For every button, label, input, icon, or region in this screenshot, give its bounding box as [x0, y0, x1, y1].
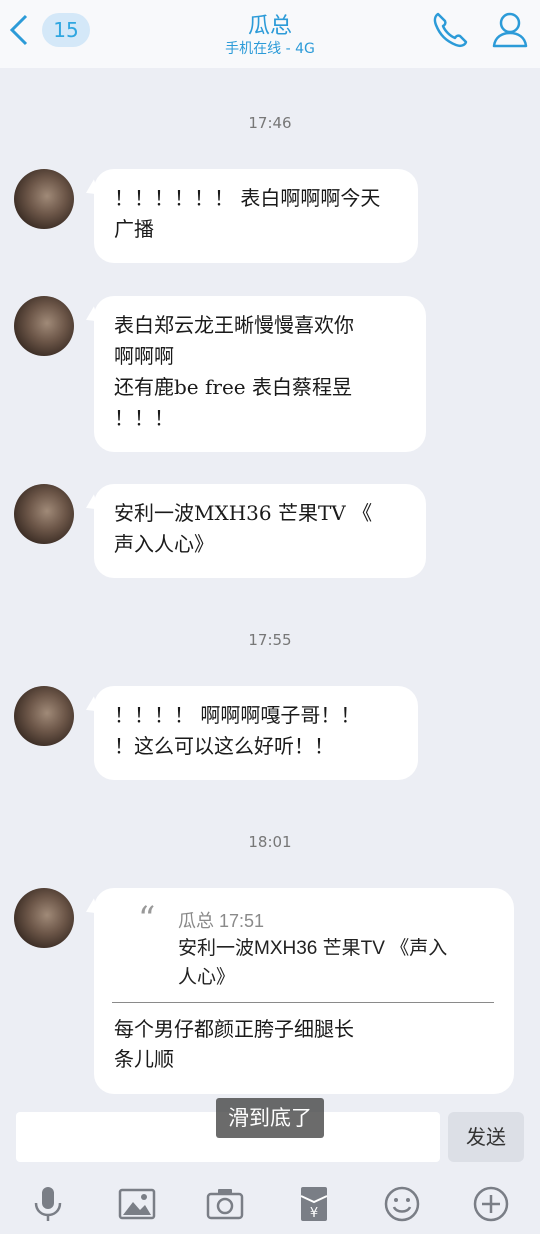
avatar[interactable]	[14, 484, 74, 544]
quoted-message-meta: 瓜总 17:51	[178, 911, 265, 931]
plus-icon[interactable]	[471, 1184, 511, 1224]
message-line: ！！！！ 啊啊啊嘎子哥！！	[114, 703, 361, 727]
message-line: ！！！	[114, 406, 174, 430]
quoted-message-text[interactable]: 安利一波MXH36 芒果TV 《声入 人心》	[178, 934, 447, 992]
timestamp: 18:01	[248, 833, 292, 851]
timestamp: 17:55	[248, 631, 292, 649]
message-line: 广播	[114, 217, 154, 241]
quoted-line: 人心》	[178, 967, 236, 988]
quote-mark-icon: “	[138, 899, 156, 939]
message-line: 声入人心》	[114, 532, 214, 556]
quote-divider	[112, 1002, 494, 1003]
message-line: ！！！！！！ 表白啊啊啊今天	[114, 186, 381, 210]
avatar[interactable]	[14, 169, 74, 229]
message-bubble[interactable]: 安利一波MXH36 芒果TV 《 声入人心》	[94, 484, 426, 578]
chat-header: 15 瓜总 手机在线 - 4G	[0, 0, 540, 68]
emoji-icon[interactable]	[382, 1184, 422, 1224]
message-bubble[interactable]: ！！！！！！ 表白啊啊啊今天 广播	[94, 169, 418, 263]
message-line: 条儿顺	[114, 1047, 174, 1071]
reply-text: 每个男仔都颜正胯子细腿长 条儿顺	[114, 1014, 354, 1074]
phone-icon[interactable]	[430, 10, 470, 50]
reply-message-bubble[interactable]: “ 瓜总 17:51 安利一波MXH36 芒果TV 《声入 人心》 每个男仔都颜…	[94, 888, 514, 1094]
red-packet-icon[interactable]: ¥	[294, 1184, 334, 1224]
person-icon[interactable]	[490, 10, 530, 50]
timestamp: 17:46	[248, 114, 292, 132]
camera-icon[interactable]	[205, 1184, 245, 1224]
message-bubble[interactable]: 表白郑云龙王晰慢慢喜欢你 啊啊啊 还有鹿be free 表白蔡程昱 ！！！	[94, 296, 426, 452]
quoted-line: 安利一波MXH36 芒果TV 《声入	[178, 938, 448, 959]
message-line: 啊啊啊	[114, 344, 174, 368]
avatar[interactable]	[14, 296, 74, 356]
avatar[interactable]	[14, 888, 74, 948]
message-line: 还有鹿be free 表白蔡程昱	[114, 375, 352, 399]
message-bubble[interactable]: ！！！！ 啊啊啊嘎子哥！！ ！这么可以这么好听！！	[94, 686, 418, 780]
svg-text:¥: ¥	[310, 1206, 318, 1221]
message-line: ！这么可以这么好听！！	[114, 734, 334, 758]
message-line: 每个男仔都颜正胯子细腿长	[114, 1017, 354, 1041]
image-icon[interactable]	[117, 1184, 157, 1224]
microphone-icon[interactable]	[28, 1184, 68, 1224]
message-line: 表白郑云龙王晰慢慢喜欢你	[114, 313, 354, 337]
send-button[interactable]: 发送	[448, 1112, 524, 1162]
input-toolbar: ¥	[0, 1172, 540, 1234]
message-line: 安利一波MXH36 芒果TV 《	[114, 501, 373, 525]
scroll-bottom-toast: 滑到底了	[216, 1098, 324, 1138]
avatar[interactable]	[14, 686, 74, 746]
